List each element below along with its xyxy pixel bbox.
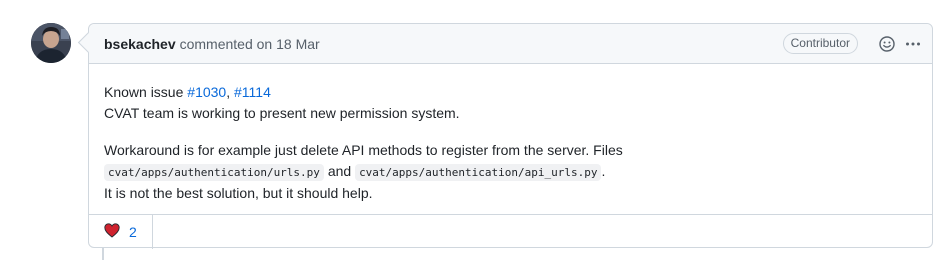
closing-text: It is not the best solution, but it shou… (104, 185, 373, 201)
permission-text: CVAT team is working to present new perm… (104, 105, 460, 121)
comment-header: bsekachev commented on 18 Mar Contributo… (89, 24, 932, 64)
avatar[interactable] (31, 23, 71, 63)
comment-action: commented on (179, 35, 273, 52)
period-text: . (601, 163, 606, 179)
contributor-badge: Contributor (782, 33, 858, 54)
heart-reaction-button[interactable]: 2 (89, 215, 153, 249)
and-text: and (327, 163, 352, 179)
comment: bsekachev commented on 18 Mar Contributo… (88, 23, 933, 249)
heart-reaction-count: 2 (129, 224, 137, 240)
separator-text: , (226, 84, 231, 100)
paragraph-workaround: Workaround is for example just delete AP… (104, 140, 917, 204)
smiley-icon[interactable] (878, 35, 896, 53)
code-api-urls-py: cvat/apps/authentication/api_urls.py (355, 164, 602, 181)
kebab-horizontal-icon[interactable] (904, 35, 922, 53)
paragraph-known-issue: Known issue #1030, #1114 CVAT team is wo… (104, 82, 917, 124)
heart-icon (104, 223, 120, 241)
issue-link-1114[interactable]: #1114 (234, 84, 271, 100)
avatar-image (31, 23, 71, 63)
known-issue-text: Known issue (104, 84, 184, 100)
author-link[interactable]: bsekachev (104, 36, 176, 52)
comment-body: Known issue #1030, #1114 CVAT team is wo… (89, 64, 932, 204)
code-urls-py: cvat/apps/authentication/urls.py (104, 164, 324, 181)
header-actions: Contributor (782, 24, 922, 63)
comment-date[interactable]: 18 Mar (276, 36, 320, 52)
workaround-text: Workaround is for example just delete AP… (104, 142, 623, 158)
timeline-line (102, 248, 104, 260)
reactions-bar: 2 (89, 214, 932, 249)
issue-link-1030[interactable]: #1030 (187, 84, 226, 100)
